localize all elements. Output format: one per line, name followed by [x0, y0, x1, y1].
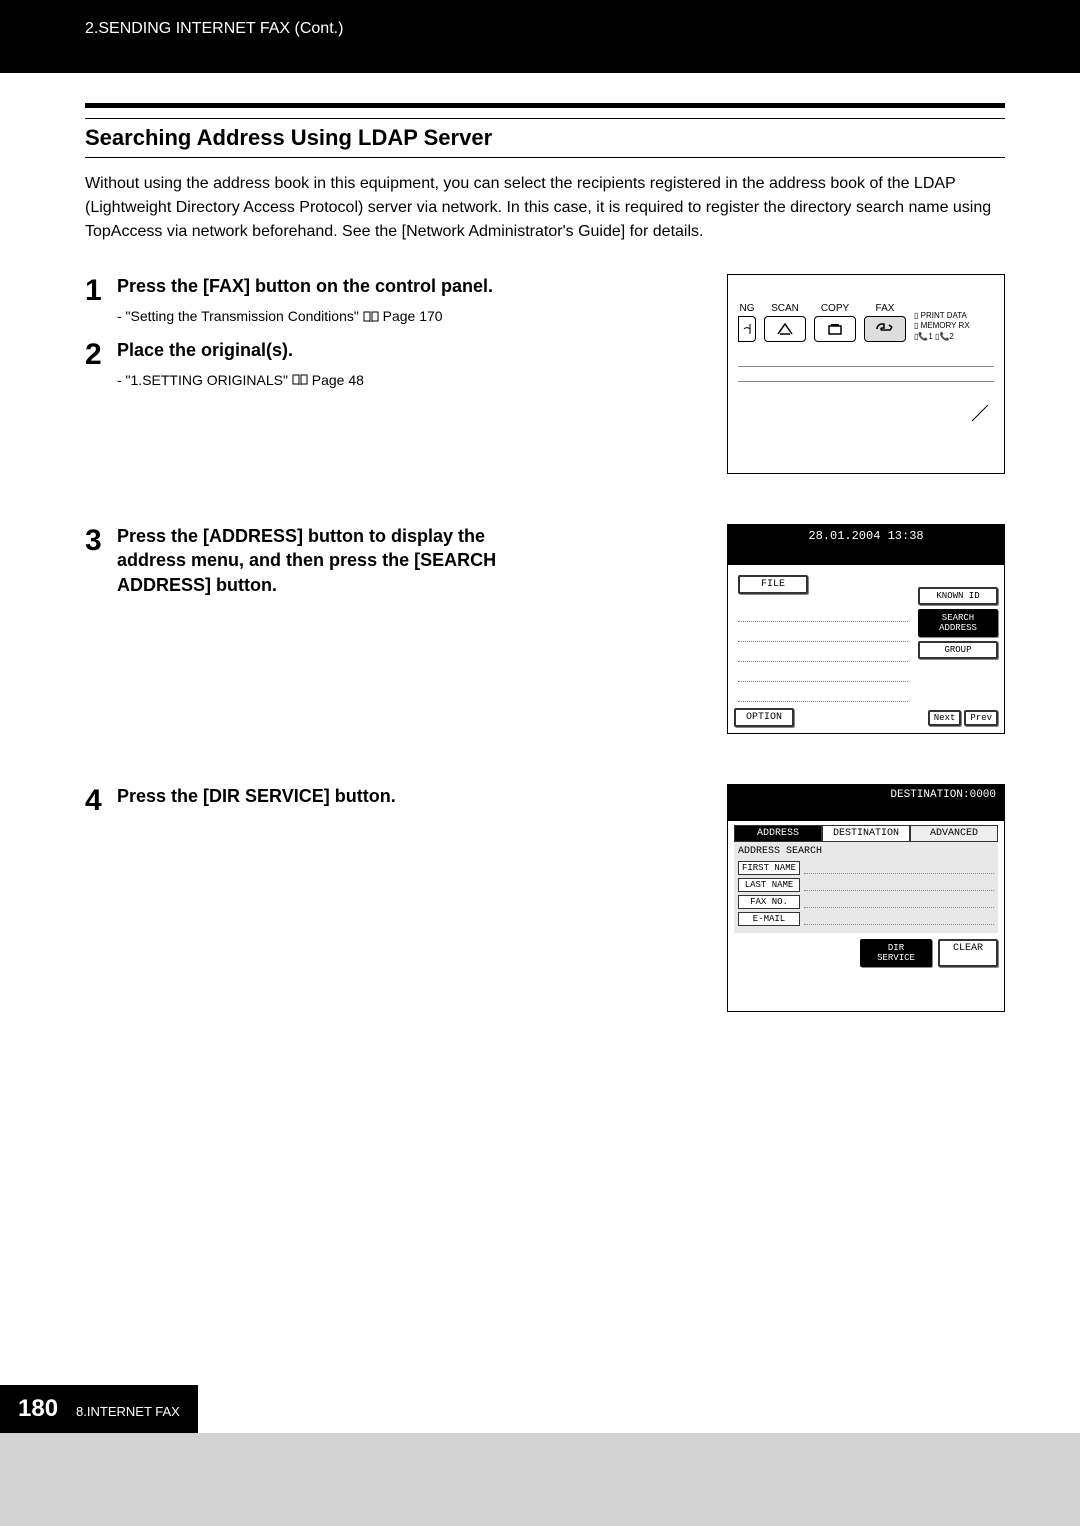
first-name-field[interactable]: [804, 862, 994, 874]
step-number: 3: [85, 524, 117, 607]
step-4-block: 4 Press the [DIR SERVICE] button. DESTIN…: [85, 784, 1005, 1012]
copy-button[interactable]: [814, 316, 856, 342]
file-button[interactable]: FILE: [738, 575, 808, 594]
step-number: 1: [85, 274, 117, 332]
last-name-field[interactable]: [804, 879, 994, 891]
step-1-2-block: 1 Press the [FAX] button on the control …: [85, 274, 1005, 474]
section-title: Searching Address Using LDAP Server: [85, 118, 1005, 158]
lcd-area: [738, 366, 994, 382]
address-search-screen: DESTINATION:0000 ADDRESS DESTINATION ADV…: [727, 784, 1005, 1012]
scan-button[interactable]: [764, 316, 806, 342]
step3-title: Press the [ADDRESS] button to display th…: [117, 524, 555, 597]
indicator-lights: ▯ PRINT DATA ▯ MEMORY RX ▯📞1 ▯📞2: [914, 311, 970, 342]
page-header: 2.SENDING INTERNET FAX (Cont.): [0, 0, 1080, 73]
step-number: 4: [85, 784, 117, 818]
page-number: 180: [18, 1395, 58, 1423]
email-field[interactable]: [804, 913, 994, 925]
step4-title: Press the [DIR SERVICE] button.: [117, 784, 555, 808]
destination-header: DESTINATION:0000: [728, 785, 1004, 805]
step1-title: Press the [FAX] button on the control pa…: [117, 274, 555, 298]
screen-timestamp: 28.01.2004 13:38: [728, 525, 1004, 547]
prev-button[interactable]: Prev: [964, 710, 998, 726]
tabs-row: ADDRESS DESTINATION ADVANCED: [734, 825, 998, 842]
tab-advanced[interactable]: ADVANCED: [910, 825, 998, 842]
page-footer: 180 8.INTERNET FAX: [0, 1385, 198, 1433]
search-label: ADDRESS SEARCH: [738, 846, 994, 857]
breadcrumb: 2.SENDING INTERNET FAX (Cont.): [85, 20, 343, 37]
book-icon: [363, 310, 379, 326]
control-panel-figure: NG SCAN COPY: [727, 274, 1005, 474]
step2-note: - "1.SETTING ORIGINALS" Page 48: [117, 372, 555, 389]
ng-label: NG: [738, 303, 756, 314]
step-3-block: 3 Press the [ADDRESS] button to display …: [85, 524, 1005, 734]
search-address-button[interactable]: SEARCH ADDRESS: [918, 609, 998, 637]
screen-subheader: [728, 547, 1004, 565]
fax-label: FAX: [864, 303, 906, 314]
fax-no-field[interactable]: [804, 896, 994, 908]
step2-title: Place the original(s).: [117, 338, 555, 362]
email-button[interactable]: E-MAIL: [738, 912, 800, 926]
tab-destination[interactable]: DESTINATION: [822, 825, 910, 842]
divider-thick: [85, 103, 1005, 108]
group-button[interactable]: GROUP: [918, 641, 998, 659]
first-name-button[interactable]: FIRST NAME: [738, 861, 800, 875]
known-id-button[interactable]: KNOWN ID: [918, 587, 998, 605]
scan-label: SCAN: [764, 303, 806, 314]
screen-subheader: [728, 805, 1004, 821]
last-name-button[interactable]: LAST NAME: [738, 878, 800, 892]
intro-paragraph: Without using the address book in this e…: [85, 172, 1005, 244]
next-button[interactable]: Next: [928, 710, 962, 726]
chapter-label: 8.INTERNET FAX: [76, 1404, 180, 1419]
tab-address[interactable]: ADDRESS: [734, 825, 822, 842]
option-button[interactable]: OPTION: [734, 708, 794, 727]
book-icon: [292, 373, 308, 389]
address-menu-screen: 28.01.2004 13:38 FILE KNOWN ID SEARCH AD…: [727, 524, 1005, 734]
fax-no-button[interactable]: FAX NO.: [738, 895, 800, 909]
stylus-icon: [970, 403, 990, 423]
page-content: 8 Searching Address Using LDAP Server Wi…: [0, 73, 1080, 1433]
step-number: 2: [85, 338, 117, 396]
ng-button[interactable]: [738, 316, 756, 342]
step1-note: - "Setting the Transmission Conditions" …: [117, 308, 555, 325]
dir-service-button[interactable]: DIR SERVICE: [860, 939, 932, 967]
fax-button[interactable]: [864, 316, 906, 342]
clear-button[interactable]: CLEAR: [938, 939, 998, 967]
copy-label: COPY: [814, 303, 856, 314]
